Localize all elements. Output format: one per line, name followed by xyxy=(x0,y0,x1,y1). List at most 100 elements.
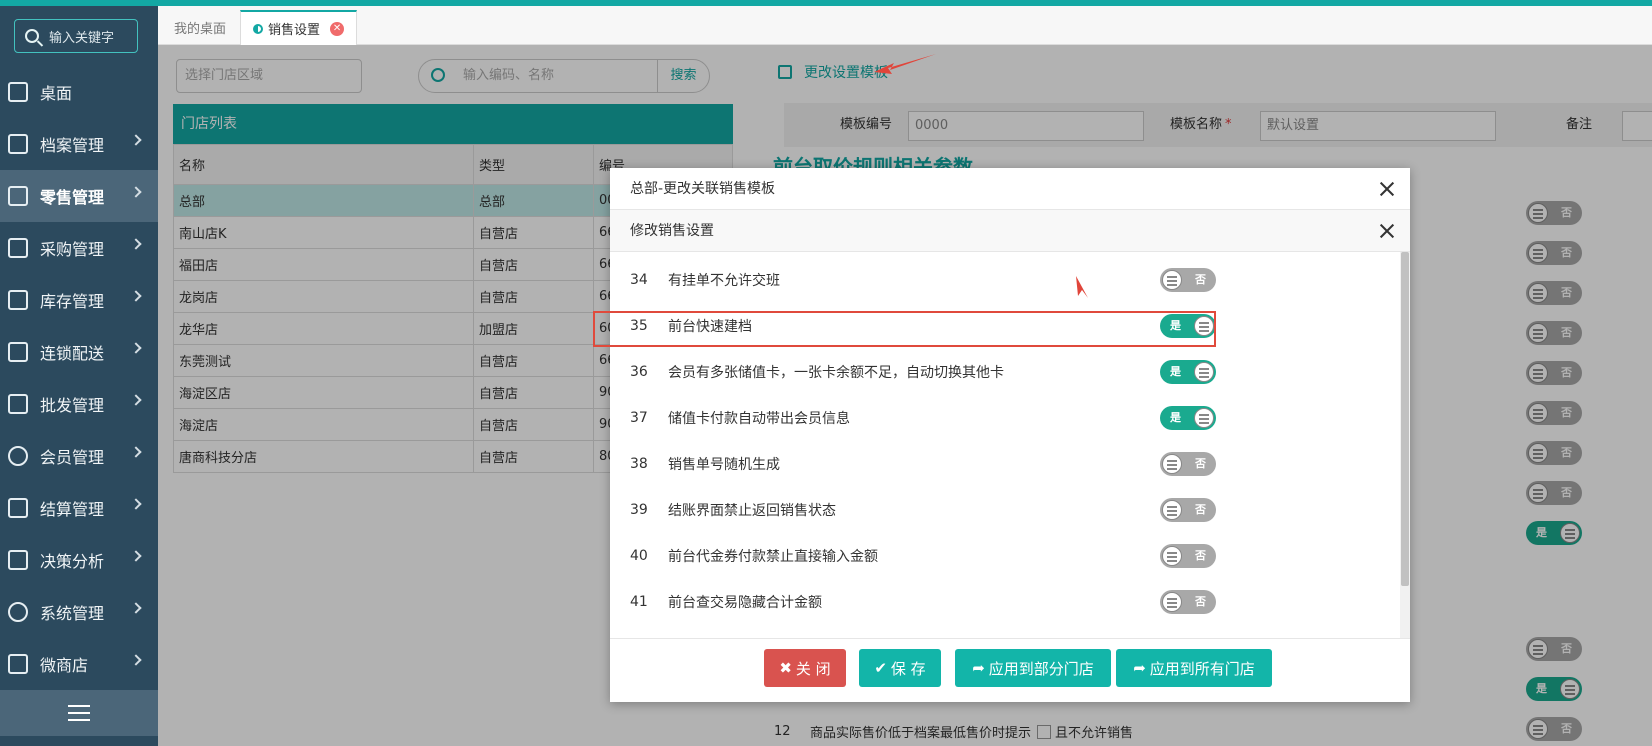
setting-toggle[interactable]: 否 xyxy=(1160,498,1216,522)
monitor-icon xyxy=(8,82,28,102)
sidebar-item-system[interactable]: 系统管理 xyxy=(0,586,158,638)
save-button-label: 保 存 xyxy=(890,659,926,678)
sidebar-item-distribution[interactable]: 连锁配送 xyxy=(0,326,158,378)
setting-row: 38 销售单号随机生成 否 xyxy=(630,444,1370,484)
tab-sales-settings[interactable]: 销售设置 ✕ xyxy=(240,10,358,45)
x-icon: ✖ xyxy=(779,659,792,677)
setting-label: 销售单号随机生成 xyxy=(668,457,780,473)
setting-toggle[interactable]: 否 xyxy=(1160,452,1216,476)
sidebar-item-microstore[interactable]: 微商店 xyxy=(0,638,158,690)
setting-number: 34 xyxy=(630,272,648,288)
toggle-label: 否 xyxy=(1195,457,1206,470)
menu-collapse-icon xyxy=(68,705,90,721)
share-icon: ➦ xyxy=(1133,659,1146,677)
setting-number: 39 xyxy=(630,502,648,518)
settlement-icon xyxy=(8,498,28,518)
scrollbar-thumb[interactable] xyxy=(1401,252,1409,586)
tab-my-desktop[interactable]: 我的桌面 xyxy=(162,10,238,45)
modal-title-text: 总部-更改关联销售模板 xyxy=(630,181,776,197)
user-icon xyxy=(8,446,28,466)
close-icon[interactable] xyxy=(1380,182,1394,196)
sidebar-item-label: 微商店 xyxy=(40,656,89,675)
toggle-label: 否 xyxy=(1195,273,1206,286)
apply-some-label: 应用到部分门店 xyxy=(988,659,1094,678)
sidebar-item-label: 会员管理 xyxy=(40,448,105,467)
setting-toggle[interactable]: 是 xyxy=(1160,406,1216,430)
save-button[interactable]: ✔ 保 存 xyxy=(859,649,941,687)
sidebar-item-label: 库存管理 xyxy=(40,292,105,311)
setting-row: 40 前台代金券付款禁止直接输入金额 否 xyxy=(630,536,1370,576)
setting-toggle[interactable]: 否 xyxy=(1160,268,1216,292)
sidebar-item-label: 结算管理 xyxy=(40,500,105,519)
toggle-label: 是 xyxy=(1170,365,1181,378)
sidebar-item-label: 档案管理 xyxy=(40,136,105,155)
setting-row: 37 储值卡付款自动带出会员信息 是 xyxy=(630,398,1370,438)
chevron-right-icon xyxy=(130,446,142,458)
chevron-right-icon xyxy=(130,654,142,666)
sidebar-item-settlement[interactable]: 结算管理 xyxy=(0,482,158,534)
sidebar-item-label: 零售管理 xyxy=(40,188,105,207)
sidebar-item-analysis[interactable]: 决策分析 xyxy=(0,534,158,586)
close-tab-icon[interactable]: ✕ xyxy=(330,21,345,36)
setting-row: 34 有挂单不允许交班 否 xyxy=(630,260,1370,300)
setting-label: 有挂单不允许交班 xyxy=(668,273,780,289)
sidebar-item-label: 决策分析 xyxy=(40,552,105,571)
setting-toggle[interactable]: 否 xyxy=(1160,590,1216,614)
tab-label: 我的桌面 xyxy=(174,22,227,37)
purchase-icon xyxy=(8,238,28,258)
toggle-knob xyxy=(1162,500,1182,520)
chevron-right-icon xyxy=(130,290,142,302)
toggle-knob xyxy=(1194,408,1214,428)
toggle-label: 否 xyxy=(1195,595,1206,608)
apply-all-label: 应用到所有门店 xyxy=(1149,659,1255,678)
apply-some-stores-button[interactable]: ➦ 应用到部分门店 xyxy=(955,649,1111,687)
arrow-shape xyxy=(874,54,936,74)
toggle-label: 否 xyxy=(1195,503,1206,516)
modal-title: 总部-更改关联销售模板 xyxy=(610,168,1410,210)
sidebar-search[interactable]: 输入关键字 xyxy=(14,19,138,53)
sidebar-item-wholesale[interactable]: 批发管理 xyxy=(0,378,158,430)
modal-scrollbar[interactable] xyxy=(1400,252,1410,638)
setting-row: 36 会员有多张储值卡，一张卡余额不足，自动切换其他卡 是 xyxy=(630,352,1370,392)
setting-label: 前台代金券付款禁止直接输入金额 xyxy=(668,549,878,565)
sidebar-item-retail[interactable]: 零售管理 xyxy=(0,170,158,222)
apply-all-stores-button[interactable]: ➦ 应用到所有门店 xyxy=(1116,649,1272,687)
toggle-label: 否 xyxy=(1195,549,1206,562)
chart-icon xyxy=(8,550,28,570)
sidebar-item-label: 连锁配送 xyxy=(40,344,105,363)
share-icon: ➦ xyxy=(972,659,985,677)
setting-row: 39 结账界面禁止返回销售状态 否 xyxy=(630,490,1370,530)
setting-toggle[interactable]: 否 xyxy=(1160,544,1216,568)
sidebar-item-archive[interactable]: 档案管理 xyxy=(0,118,158,170)
sidebar-item-desktop[interactable]: 桌面 xyxy=(0,66,158,118)
toggle-knob xyxy=(1194,362,1214,382)
close-icon[interactable] xyxy=(1380,224,1394,238)
chevron-right-icon xyxy=(130,602,142,614)
sidebar-item-member[interactable]: 会员管理 xyxy=(0,430,158,482)
toggle-knob xyxy=(1162,270,1182,290)
inventory-icon xyxy=(8,290,28,310)
toggle-label: 是 xyxy=(1170,411,1181,424)
setting-label: 会员有多张储值卡，一张卡余额不足，自动切换其他卡 xyxy=(668,365,1004,381)
setting-row: 41 前台查交易隐藏合计金额 否 xyxy=(630,582,1370,622)
highlight-box xyxy=(593,311,1216,347)
sidebar-item-purchase[interactable]: 采购管理 xyxy=(0,222,158,274)
settings-list: 34 有挂单不允许交班 否 35 前台快速建档 是 36 会员有多张储值卡，一张… xyxy=(610,252,1410,638)
sidebar-collapse-button[interactable] xyxy=(0,690,158,736)
search-icon xyxy=(25,29,39,43)
shopping-bag-icon xyxy=(8,654,28,674)
close-button[interactable]: ✖ 关 闭 xyxy=(764,649,846,687)
setting-toggle[interactable]: 是 xyxy=(1160,360,1216,384)
chevron-right-icon xyxy=(130,186,142,198)
annotation-arrow xyxy=(1076,276,1088,298)
store-icon xyxy=(8,186,28,206)
sidebar-search-placeholder: 输入关键字 xyxy=(49,30,115,46)
setting-label: 结账界面禁止返回销售状态 xyxy=(668,503,836,519)
sidebar-item-inventory[interactable]: 库存管理 xyxy=(0,274,158,326)
arrow-shape xyxy=(1076,276,1088,298)
chevron-right-icon xyxy=(130,394,142,406)
setting-number: 36 xyxy=(630,364,648,380)
wholesale-icon xyxy=(8,394,28,414)
toggle-knob xyxy=(1162,454,1182,474)
setting-number: 41 xyxy=(630,594,648,610)
